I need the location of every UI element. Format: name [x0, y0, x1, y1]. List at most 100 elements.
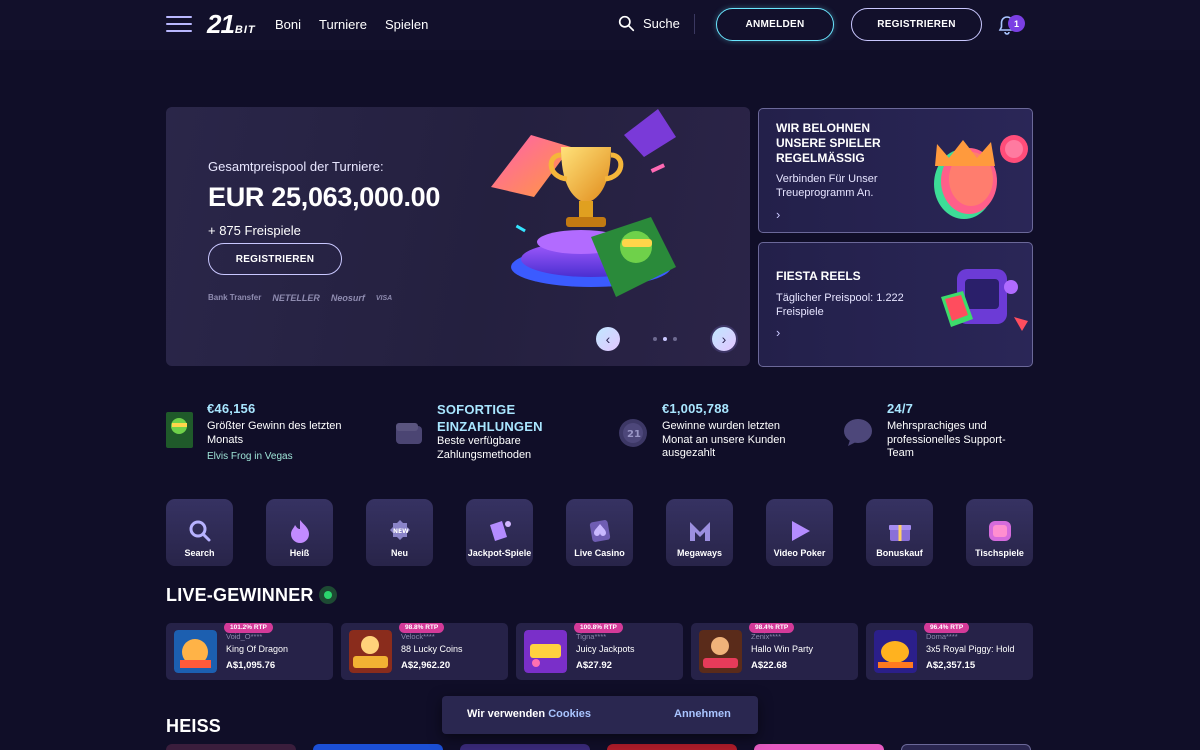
category-label: Live Casino [574, 548, 625, 558]
neosurf-logo: Neosurf [330, 293, 365, 303]
payment-logos: Bank Transfer NETELLER Neosurf VISA [208, 293, 392, 303]
search-label: Suche [643, 16, 680, 31]
hero-banner: Gesamtpreispool der Turniere: EUR 25,063… [166, 107, 750, 366]
category-bonus-buy[interactable]: Bonuskauf [866, 499, 933, 566]
search-button[interactable]: Suche [618, 15, 680, 32]
accept-cookies-button[interactable]: Annehmen [674, 708, 731, 720]
top-header: 21BIT Boni Turniere Spielen Suche ANMELD… [0, 0, 1200, 50]
flame-icon [290, 520, 309, 543]
game-tile[interactable] [754, 744, 884, 750]
slider-dot-active[interactable] [663, 337, 667, 341]
category-video-poker[interactable]: Video Poker [766, 499, 833, 566]
game-tile[interactable] [166, 744, 296, 750]
stat-game-link[interactable]: Elvis Frog in Vegas [207, 451, 357, 462]
nav-boni[interactable]: Boni [275, 17, 301, 32]
winner-amount: A$27.92 [576, 660, 612, 671]
stat-value: SOFORTIGE EINZAHLUNGEN [437, 402, 543, 434]
svg-text:21: 21 [627, 429, 641, 440]
jackpot-icon [489, 521, 511, 541]
slider-next-button[interactable]: › [712, 327, 736, 351]
category-table-games[interactable]: Tischspiele [966, 499, 1033, 566]
neteller-logo: NETELLER [272, 293, 320, 303]
game-thumbnail [699, 630, 742, 673]
winner-user: Velock**** [401, 632, 435, 641]
stat-biggest-win: €46,156 Größter Gewinn des letzten Monat… [207, 401, 357, 462]
stat-text: Größter Gewinn des letzten Monats [207, 420, 342, 446]
winner-game: King Of Dragon [226, 644, 289, 654]
cookie-text: Wir verwenden [467, 708, 546, 720]
promo-desc: Täglicher Preispool: 1.222 Freispiele [776, 292, 904, 318]
stat-text: Gewinne wurden letzten Monat an unsere K… [662, 420, 786, 459]
category-label: Heiß [289, 548, 310, 558]
table-game-icon [988, 521, 1011, 541]
winner-game: Juicy Jackpots [576, 644, 635, 654]
winner-game: 88 Lucky Coins [401, 644, 463, 654]
cookie-message: Wir verwenden Cookies [467, 708, 591, 720]
category-megaways[interactable]: Megaways [666, 499, 733, 566]
game-tile[interactable] [313, 744, 443, 750]
stat-text: Beste verfügbare Zahlungsmethoden [437, 435, 532, 461]
winner-amount: A$2,962.20 [401, 660, 451, 671]
hero-spins: + 875 Freispiele [208, 223, 301, 238]
game-thumbnail [349, 630, 392, 673]
logo-sub: BIT [234, 24, 256, 36]
winner-card[interactable]: 100.8% RTP Tigna**** Juicy Jackpots A$27… [516, 623, 683, 680]
logo-main: 21 [207, 9, 235, 39]
promo-title: FIESTA REELS [776, 269, 861, 283]
live-winners-title: LIVE-GEWINNER [166, 585, 314, 605]
game-tile[interactable] [607, 744, 737, 750]
game-tile[interactable] [460, 744, 590, 750]
winner-user: Tigna**** [576, 632, 607, 641]
winner-user: Void_O**** [226, 632, 263, 641]
stat-value: 24/7 [887, 401, 914, 416]
slider-dot[interactable] [673, 337, 677, 341]
slot-machine-icon [941, 269, 1028, 331]
loyalty-promo-card[interactable]: WIR BELOHNEN UNSERE SPIELER REGELMÄSSIG … [758, 108, 1033, 233]
category-label: Video Poker [773, 548, 826, 558]
notification-badge: 1 [1008, 15, 1025, 32]
chevron-left-icon: ‹ [605, 331, 611, 347]
cookie-link[interactable]: Cookies [548, 708, 591, 720]
chat-bubble-icon [844, 419, 872, 446]
nav-spielen[interactable]: Spielen [385, 17, 428, 32]
fiesta-reels-promo-card[interactable]: FIESTA REELS Täglicher Preispool: 1.222 … [758, 242, 1033, 367]
site-logo[interactable]: 21BIT [207, 9, 256, 40]
promo-desc: Verbinden Für Unser Treueprogramm An. [776, 173, 878, 199]
game-thumbnail [174, 630, 217, 673]
slider-prev-button[interactable]: ‹ [596, 327, 620, 351]
search-icon [189, 520, 210, 542]
megaways-icon [689, 522, 710, 541]
register-button[interactable]: REGISTRIEREN [851, 8, 982, 41]
visa-logo: VISA [375, 294, 393, 302]
category-search[interactable]: Search [166, 499, 233, 566]
winner-game: Hallo Win Party [751, 644, 814, 654]
game-tile[interactable] [901, 744, 1031, 750]
category-label: Search [184, 548, 215, 558]
category-label: Neu [390, 548, 408, 558]
hero-register-button[interactable]: REGISTRIEREN [208, 243, 342, 275]
chevron-right-icon: › [721, 331, 727, 347]
category-new[interactable]: NEW Neu [366, 499, 433, 566]
category-label: Megaways [676, 548, 723, 558]
category-jackpot[interactable]: Jackpot-Spiele [466, 499, 533, 566]
category-live-casino[interactable]: Live Casino [566, 499, 633, 566]
play-icon [791, 521, 810, 541]
nav-turniere[interactable]: Turniere [319, 17, 367, 32]
login-button[interactable]: ANMELDEN [716, 8, 834, 41]
new-badge-icon: NEW [389, 520, 410, 540]
stat-value: €1,005,788 [662, 401, 730, 416]
winner-card[interactable]: 96.4% RTP Doma**** 3x5 Royal Piggy: Hold… [866, 623, 1033, 680]
menu-icon[interactable] [166, 16, 192, 34]
live-indicator-icon [319, 586, 337, 604]
stat-support: 24/7 Mehrsprachiges und professionelles … [887, 401, 1027, 461]
main-nav: Boni Turniere Spielen [275, 17, 428, 32]
cookie-banner: Wir verwenden Cookies Annehmen [442, 696, 758, 734]
category-hot[interactable]: Heiß [266, 499, 333, 566]
winner-amount: A$22.68 [751, 660, 787, 671]
slider-dot[interactable] [653, 337, 657, 341]
winner-card[interactable]: 98.4% RTP Zenix**** Hallo Win Party A$22… [691, 623, 858, 680]
category-label: Jackpot-Spiele [467, 548, 532, 558]
winner-card[interactable]: 98.8% RTP Velock**** 88 Lucky Coins A$2,… [341, 623, 508, 680]
svg-text:NEW: NEW [393, 528, 409, 535]
winner-card[interactable]: 101.2% RTP Void_O**** King Of Dragon A$1… [166, 623, 333, 680]
